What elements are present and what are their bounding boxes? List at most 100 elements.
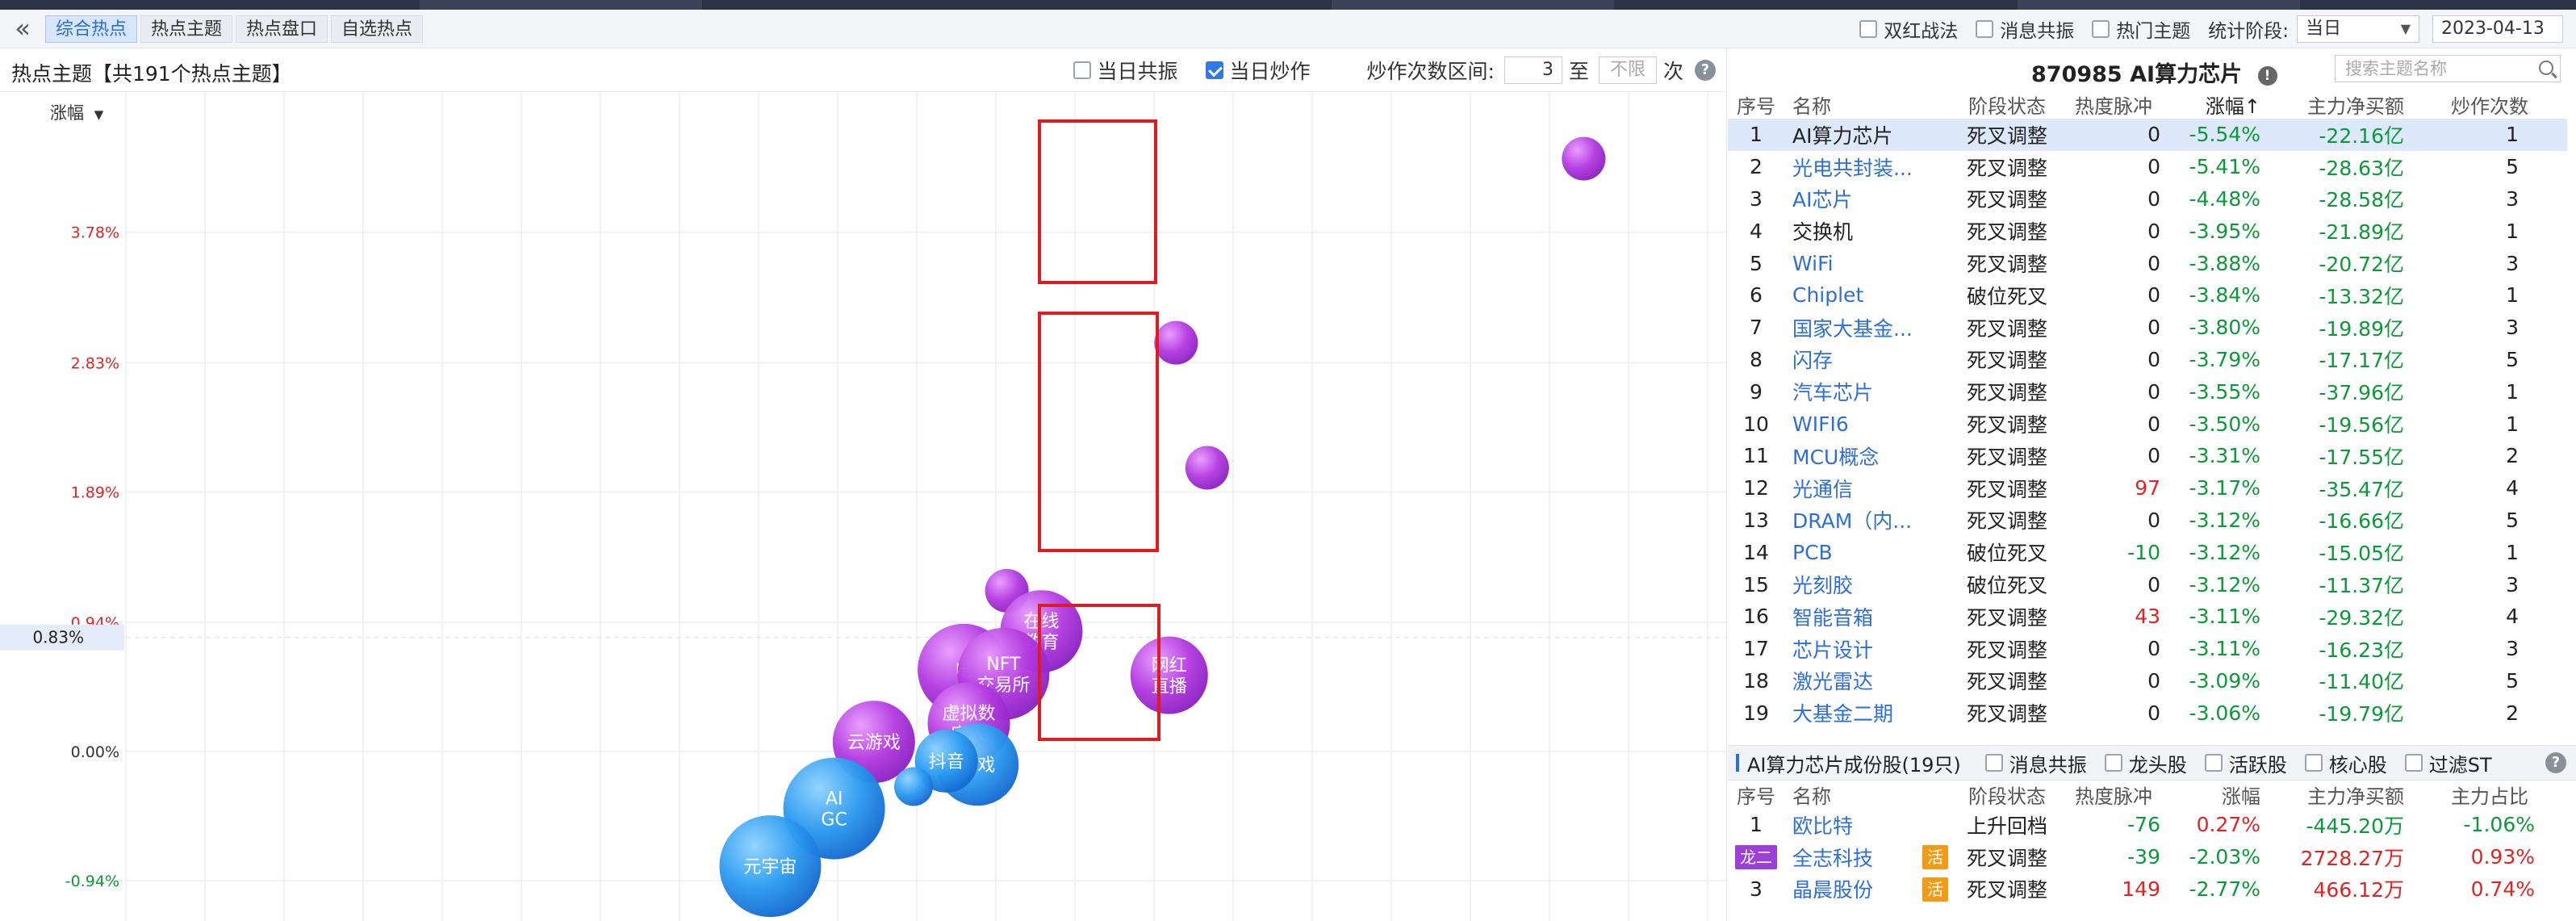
column-header[interactable]: 名称 [1784,781,1955,809]
table-row[interactable]: 19 大基金二期 死叉调整 0 -3.06% -19.79亿 2 [1728,697,2567,729]
constituent-filter-option[interactable]: 消息共振 [1984,749,2087,777]
bubble-circle[interactable] [1154,320,1198,365]
help-icon[interactable]: ? [2545,752,2566,773]
period-select[interactable]: 当日 ▼ [2297,15,2419,43]
column-header[interactable]: 主力占比 [2412,781,2567,809]
option-hot-theme[interactable]: 热门主题 [2092,15,2190,43]
theme-name-link[interactable]: DRAM（内... [1784,504,1955,537]
theme-name-link[interactable]: 闪存 [1784,344,1955,376]
column-header[interactable]: 序号 [1728,781,1784,809]
table-row[interactable]: 16 智能音箱 死叉调整 43 -3.11% -29.32亿 4 [1728,601,2567,633]
info-icon[interactable]: ! [2257,66,2277,86]
column-header[interactable]: 涨幅↑ [2168,90,2269,119]
theme-bubble[interactable] [1154,320,1198,365]
table-row[interactable]: 7 国家大基金... 死叉调整 0 -3.80% -19.89亿 3 [1728,312,2567,344]
range-min-input[interactable]: 3 [1503,57,1562,84]
constituent-filter-option[interactable]: 过滤ST [2404,749,2492,777]
stock-name-link[interactable]: 全志科技 [1784,841,1918,873]
table-row[interactable]: 1 欧比特 上升回档 -76 0.27% -445.20万 -1.06% [1728,809,2567,841]
theme-name-link[interactable]: 光通信 [1784,472,1955,504]
table-row[interactable]: 1 AI算力芯片 死叉调整 0 -5.54% -22.16亿 1 [1728,119,2567,151]
checkbox[interactable] [1073,61,1091,79]
checkbox[interactable] [1976,20,1994,38]
tab-item[interactable]: 热点盘口 [236,15,328,43]
theme-name-link[interactable]: 光刻胶 [1784,568,1955,601]
table-row[interactable]: 14 PCB 破位死叉 -10 -3.12% -15.05亿 1 [1728,536,2567,568]
table-row[interactable]: 5 WiFi 死叉调整 0 -3.88% -20.72亿 3 [1728,247,2567,279]
column-header[interactable]: 热度脉冲 [2059,781,2168,809]
table-row[interactable]: 2 光电共封装... 死叉调整 0 -5.41% -28.63亿 5 [1728,151,2567,183]
bubble-circle[interactable] [1562,136,1606,181]
table-row[interactable]: 3 AI芯片 死叉调整 0 -4.48% -28.58亿 3 [1728,183,2567,216]
bubble-circle[interactable] [1185,446,1229,490]
checkbox[interactable] [2104,754,2122,772]
theme-name-link[interactable]: PCB [1784,536,1955,568]
theme-name-link[interactable]: 大基金二期 [1784,697,1955,729]
table-row[interactable]: 12 光通信 死叉调整 97 -3.17% -35.47亿 4 [1728,472,2567,504]
checkbox-checked[interactable] [1205,61,1223,79]
theme-name-link[interactable]: Chiplet [1784,279,1955,312]
table-row[interactable]: 11 MCU概念 死叉调整 0 -3.31% -17.55亿 2 [1728,440,2567,472]
tab-item[interactable]: 综合热点 [45,15,138,43]
theme-name-link[interactable]: AI芯片 [1784,183,1955,216]
theme-search-input[interactable]: 搜索主题名称 [2335,55,2561,82]
search-icon[interactable] [2539,61,2553,75]
theme-name-link[interactable]: 交换机 [1784,215,1955,247]
bubble-circle[interactable] [894,767,934,806]
theme-name-link[interactable]: 光电共封装... [1784,151,1955,183]
table-row[interactable]: 15 光刻胶 破位死叉 0 -3.12% -11.37亿 3 [1728,568,2567,601]
table-row[interactable]: 10 WIFI6 死叉调整 0 -3.50% -19.56亿 1 [1728,408,2567,440]
table-row[interactable]: 13 DRAM（内... 死叉调整 0 -3.12% -16.66亿 5 [1728,504,2567,537]
column-header[interactable]: 名称 [1784,90,1955,119]
theme-bubble[interactable] [894,767,934,806]
tab-item[interactable]: 自选热点 [331,15,424,43]
column-header[interactable]: 热度脉冲 [2059,90,2168,119]
help-icon[interactable]: ? [1695,60,1716,81]
column-header[interactable]: 阶段状态 [1955,781,2059,809]
date-picker[interactable]: 2023-04-13 [2432,15,2563,43]
stock-name-link[interactable]: 欧比特 [1784,809,1918,841]
table-row[interactable]: 6 Chiplet 破位死叉 0 -3.84% -13.32亿 1 [1728,279,2567,312]
column-header[interactable]: 阶段状态 [1955,90,2059,119]
theme-bubble[interactable] [1562,136,1606,181]
constituent-filter-option[interactable]: 活跃股 [2204,749,2287,777]
table-row[interactable]: 龙二 全志科技活死叉调整 -39 -2.03% 2728.27万 0.93% [1728,841,2567,873]
theme-bubble[interactable]: 元宇宙 [719,815,822,918]
constituent-filter-option[interactable]: 核心股 [2304,749,2387,777]
column-header[interactable]: 主力净买额 [2269,781,2412,809]
option-double-red[interactable]: 双红战法 [1859,15,1958,43]
range-max-input[interactable]: 不限 [1598,57,1657,84]
filter-hype[interactable]: 当日炒作 [1205,56,1311,85]
theme-name-link[interactable]: 智能音箱 [1784,601,1955,633]
checkbox[interactable] [2304,754,2323,772]
checkbox[interactable] [2204,754,2223,772]
table-row[interactable]: 4 交换机 死叉调整 0 -3.95% -21.89亿 1 [1728,215,2567,247]
theme-name-link[interactable]: AI算力芯片 [1784,119,1955,151]
table-row[interactable]: 9 汽车芯片 死叉调整 0 -3.55% -37.96亿 1 [1728,375,2567,408]
theme-name-link[interactable]: 汽车芯片 [1784,375,1955,408]
checkbox[interactable] [2404,754,2423,772]
table-row[interactable]: 17 芯片设计 死叉调整 0 -3.11% -16.23亿 3 [1728,633,2567,665]
y-axis-sort-menu[interactable]: 涨幅 ▼ [50,100,103,124]
theme-name-link[interactable]: WiFi [1784,247,1955,279]
column-header[interactable]: 炒作次数 [2412,90,2567,119]
tab-item[interactable]: 热点主题 [140,15,233,43]
theme-name-link[interactable]: MCU概念 [1784,440,1955,472]
theme-name-link[interactable]: 芯片设计 [1784,633,1955,665]
table-row[interactable]: 18 激光雷达 死叉调整 0 -3.09% -11.40亿 5 [1728,665,2567,697]
double-chevron-left-icon[interactable]: « [8,15,37,44]
option-news-resonance[interactable]: 消息共振 [1976,15,2074,43]
table-row[interactable]: 8 闪存 死叉调整 0 -3.79% -17.17亿 5 [1728,344,2567,376]
filter-resonance[interactable]: 当日共振 [1073,56,1178,85]
column-header[interactable]: 序号 [1728,90,1784,119]
table-row[interactable]: 3 晶晨股份活死叉调整 149 -2.77% 466.12万 0.74% [1728,873,2567,906]
theme-name-link[interactable]: 国家大基金... [1784,312,1955,344]
column-header[interactable]: 主力净买额 [2269,90,2412,119]
theme-bubble[interactable] [1185,446,1229,490]
theme-name-link[interactable]: WIFI6 [1784,408,1955,440]
checkbox[interactable] [1859,20,1878,38]
constituent-filter-option[interactable]: 龙头股 [2104,749,2187,777]
stock-name-link[interactable]: 晶晨股份 [1784,873,1918,906]
theme-name-link[interactable]: 激光雷达 [1784,665,1955,697]
checkbox[interactable] [1984,754,2003,772]
